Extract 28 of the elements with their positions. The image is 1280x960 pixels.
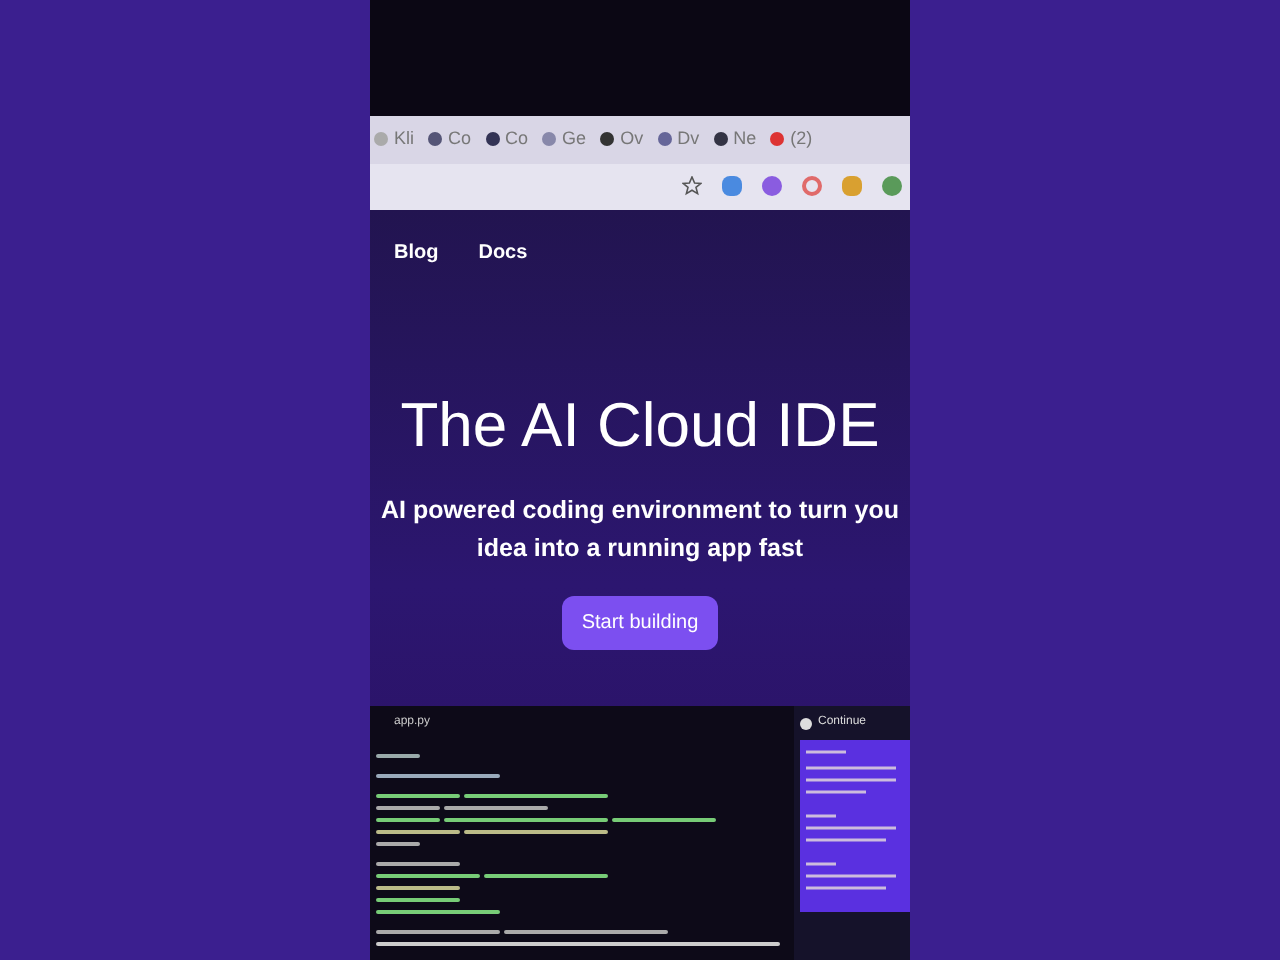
nav-link[interactable]: Blog bbox=[394, 237, 439, 267]
extension-icon[interactable] bbox=[882, 176, 902, 197]
hero-subtitle: AI powered coding environment to turn you idea into a running app fast bbox=[378, 494, 902, 566]
bookmark-icon bbox=[374, 132, 388, 147]
star-icon[interactable] bbox=[682, 176, 702, 197]
bookmark-icon bbox=[713, 132, 728, 147]
hero-title: The AI Cloud IDE bbox=[398, 387, 882, 463]
bookmark-link[interactable]: Dv bbox=[677, 126, 700, 154]
bookmark-link[interactable]: Ne bbox=[733, 126, 757, 154]
bookmark-icon bbox=[542, 132, 557, 147]
bookmark-link[interactable]: Ov bbox=[620, 126, 644, 154]
bookmark-icon bbox=[770, 132, 785, 147]
extension-icon[interactable] bbox=[802, 176, 822, 197]
bookmark-link[interactable]: Kli bbox=[394, 126, 415, 154]
bookmark-icon bbox=[600, 132, 615, 147]
nav-link[interactable]: Docs bbox=[478, 237, 528, 267]
extension-icon[interactable] bbox=[762, 176, 782, 197]
bookmark-icon bbox=[657, 132, 672, 147]
bookmark-link[interactable]: Co bbox=[505, 126, 529, 154]
bookmark-link[interactable]: (2) bbox=[790, 126, 813, 154]
extension-icon[interactable] bbox=[722, 176, 742, 197]
start-building-button[interactable]: Start building bbox=[561, 596, 719, 650]
bookmark-icon bbox=[485, 132, 500, 147]
logo-icon bbox=[800, 717, 812, 729]
bookmark-link[interactable]: Co bbox=[448, 126, 472, 154]
bookmark-link[interactable]: Ge bbox=[562, 126, 587, 154]
extension-icon[interactable] bbox=[842, 176, 862, 197]
bookmark-icon bbox=[428, 132, 443, 147]
